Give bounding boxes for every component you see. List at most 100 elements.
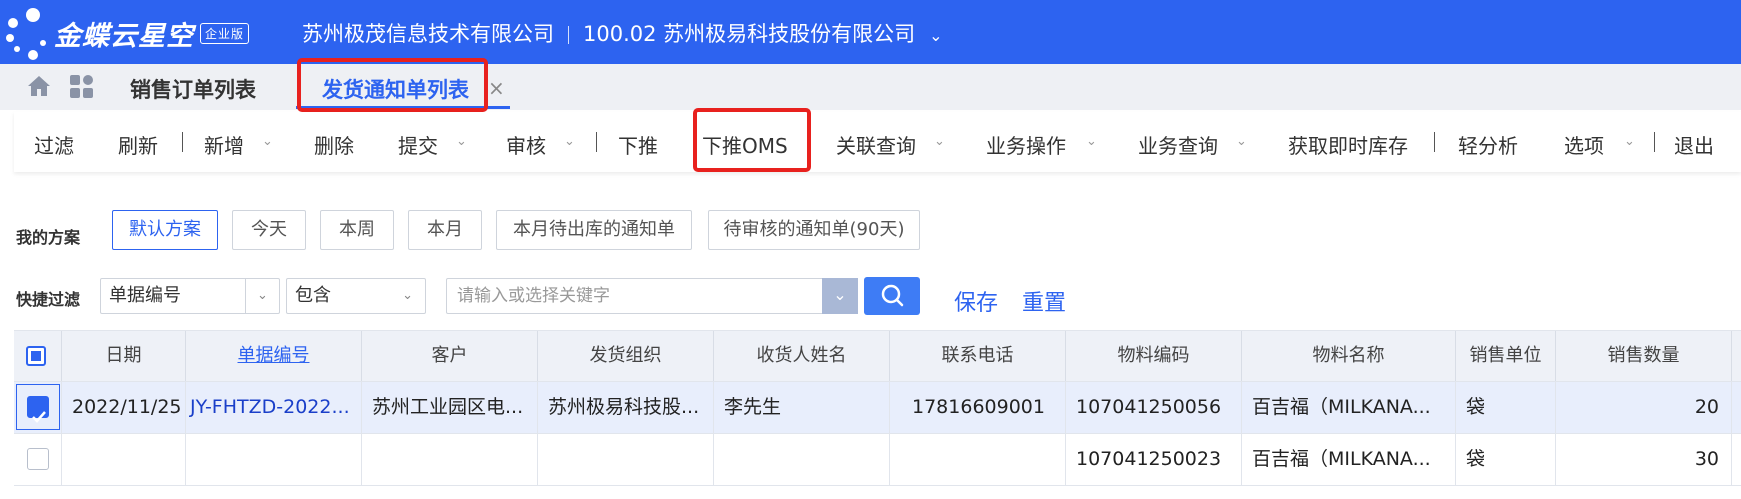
chevron-down-icon[interactable]: ⌄ <box>929 26 942 45</box>
audit-button[interactable]: 审核 <box>506 130 546 159</box>
highlight-box-tab <box>297 58 488 112</box>
close-icon[interactable]: × <box>488 76 505 100</box>
col-phone[interactable]: 联系电话 <box>890 331 1066 381</box>
select-all-cell <box>14 331 62 381</box>
cell-date: 2022/11/25 <box>62 382 186 433</box>
col-material-name[interactable]: 物料名称 <box>1242 331 1456 381</box>
col-customer[interactable]: 客户 <box>362 331 538 381</box>
highlight-box-push-oms <box>693 108 811 172</box>
col-org[interactable]: 发货组织 <box>538 331 714 381</box>
refresh-button[interactable]: 刷新 <box>118 130 158 159</box>
exit-button[interactable]: 退出 <box>1674 130 1714 159</box>
keyword-input[interactable]: 请输入或选择关键字 <box>446 278 858 314</box>
row-checkbox[interactable] <box>27 396 49 423</box>
cell-phone: 17816609001 <box>890 382 1066 433</box>
new-button[interactable]: 新增 <box>204 130 244 159</box>
cell-unit: 袋 <box>1456 382 1556 433</box>
filter-operator-select[interactable]: 包含 ⌄ <box>286 278 426 314</box>
business-ops-button[interactable]: 业务操作 <box>986 130 1066 159</box>
cell-org <box>538 434 714 485</box>
check-icon <box>32 411 46 423</box>
filter-field-select[interactable]: 单据编号 ⌄ <box>100 278 280 314</box>
col-material-code[interactable]: 物料编码 <box>1066 331 1242 381</box>
submit-button[interactable]: 提交 <box>398 130 438 159</box>
scheme-pending-audit-button[interactable]: 待审核的通知单(90天) <box>708 210 920 250</box>
cell-customer <box>362 434 538 485</box>
chevron-down-icon[interactable]: ⌄ <box>402 279 413 313</box>
filter-operator-value: 包含 <box>295 285 331 306</box>
cell-qty: 30 <box>1556 434 1732 485</box>
chevron-down-icon[interactable]: ⌄ <box>456 134 467 149</box>
col-receiver[interactable]: 收货人姓名 <box>714 331 890 381</box>
org-switcher[interactable]: 苏州极茂信息技术有限公司 100.02 苏州极易科技股份有限公司 ⌄ <box>302 18 943 48</box>
options-button[interactable]: 选项 <box>1564 130 1604 159</box>
cell-material-code: 107041250023 <box>1066 434 1242 485</box>
cell-material-name: 百吉福（MILKANA... <box>1242 382 1456 433</box>
cell-phone <box>890 434 1066 485</box>
scheme-today-button[interactable]: 今天 <box>232 210 306 250</box>
chevron-down-icon[interactable]: ⌄ <box>1086 134 1097 149</box>
cell-receiver: 李先生 <box>714 382 890 433</box>
logo-icon <box>4 6 54 60</box>
save-filter-button[interactable]: 保存 <box>954 285 998 317</box>
toolbar-separator <box>1654 132 1655 152</box>
cell-bill-no[interactable]: JY-FHTZD-2022... <box>186 382 362 433</box>
toolbar-separator <box>1434 132 1435 152</box>
apps-icon[interactable] <box>70 75 94 99</box>
chevron-down-icon[interactable]: ⌄ <box>245 279 279 313</box>
select-all-checkbox[interactable] <box>26 346 46 366</box>
double-chevron-down-icon[interactable]: ⌄ <box>822 278 858 314</box>
cell-material-code: 107041250056 <box>1066 382 1242 433</box>
col-unit[interactable]: 销售单位 <box>1456 331 1556 381</box>
chevron-down-icon[interactable]: ⌄ <box>1624 134 1635 149</box>
tab-sales-order-list[interactable]: 销售订单列表 <box>130 74 256 104</box>
brand-title: 金蝶云星空 企业版 <box>54 14 250 53</box>
cell-bill-no[interactable] <box>186 434 362 485</box>
cell-receiver <box>714 434 890 485</box>
cell-unit: 袋 <box>1456 434 1556 485</box>
quick-filter-label: 快捷过滤 <box>16 290 81 309</box>
scheme-month-pending-button[interactable]: 本月待出库的通知单 <box>496 210 692 250</box>
chevron-down-icon[interactable]: ⌄ <box>564 134 575 149</box>
col-bill-no[interactable]: 单据编号 <box>186 331 362 381</box>
org-primary: 苏州极茂信息技术有限公司 <box>302 22 554 46</box>
scheme-label: 我的方案 <box>16 228 81 247</box>
top-bar: 金蝶云星空 企业版 苏州极茂信息技术有限公司 100.02 苏州极易科技股份有限公司… <box>0 0 1741 64</box>
instant-stock-button[interactable]: 获取即时库存 <box>1288 130 1408 159</box>
org-secondary: 100.02 苏州极易科技股份有限公司 <box>583 22 916 46</box>
search-icon <box>881 284 904 307</box>
push-down-button[interactable]: 下推 <box>618 130 658 159</box>
chevron-down-icon[interactable]: ⌄ <box>1236 134 1247 149</box>
table-row[interactable]: 2022/11/25 JY-FHTZD-2022... 苏州工业园区电... 苏… <box>14 382 1741 434</box>
toolbar-separator <box>596 132 597 152</box>
related-query-button[interactable]: 关联查询 <box>836 130 916 159</box>
chevron-down-icon[interactable]: ⌄ <box>262 134 273 149</box>
table-row[interactable]: 107041250023 百吉福（MILKANA... 袋 30 <box>14 434 1741 486</box>
scheme-month-button[interactable]: 本月 <box>408 210 482 250</box>
cell-org: 苏州极易科技股... <box>538 382 714 433</box>
reset-filter-button[interactable]: 重置 <box>1022 285 1066 317</box>
cell-customer: 苏州工业园区电... <box>362 382 538 433</box>
search-button[interactable] <box>864 277 920 315</box>
toolbar: 过滤 刷新 新增 ⌄ 删除 提交 ⌄ 审核 ⌄ 下推 下推OMS 关联查询 ⌄ … <box>14 112 1741 172</box>
cell-date <box>62 434 186 485</box>
toolbar-separator <box>182 132 183 152</box>
col-qty[interactable]: 销售数量 <box>1556 331 1732 381</box>
col-date[interactable]: 日期 <box>62 331 186 381</box>
filter-button[interactable]: 过滤 <box>34 130 74 159</box>
light-analysis-button[interactable]: 轻分析 <box>1458 130 1518 159</box>
chevron-down-icon[interactable]: ⌄ <box>934 134 945 149</box>
row-checkbox[interactable] <box>27 448 49 470</box>
scheme-default-button[interactable]: 默认方案 <box>112 210 218 250</box>
row-checkbox-cell <box>14 382 62 433</box>
scheme-week-button[interactable]: 本周 <box>320 210 394 250</box>
delete-button[interactable]: 删除 <box>314 130 354 159</box>
tab-bar: 销售订单列表 发货通知单列表 × <box>0 64 1741 110</box>
org-separator <box>568 26 569 44</box>
table-header: 日期 单据编号 客户 发货组织 收货人姓名 联系电话 物料编码 物料名称 销售单… <box>14 330 1741 382</box>
filter-field-value: 单据编号 <box>109 285 181 306</box>
cell-qty: 20 <box>1556 382 1732 433</box>
row-checkbox-cell <box>14 434 62 485</box>
home-icon[interactable] <box>26 74 52 98</box>
business-query-button[interactable]: 业务查询 <box>1138 130 1218 159</box>
